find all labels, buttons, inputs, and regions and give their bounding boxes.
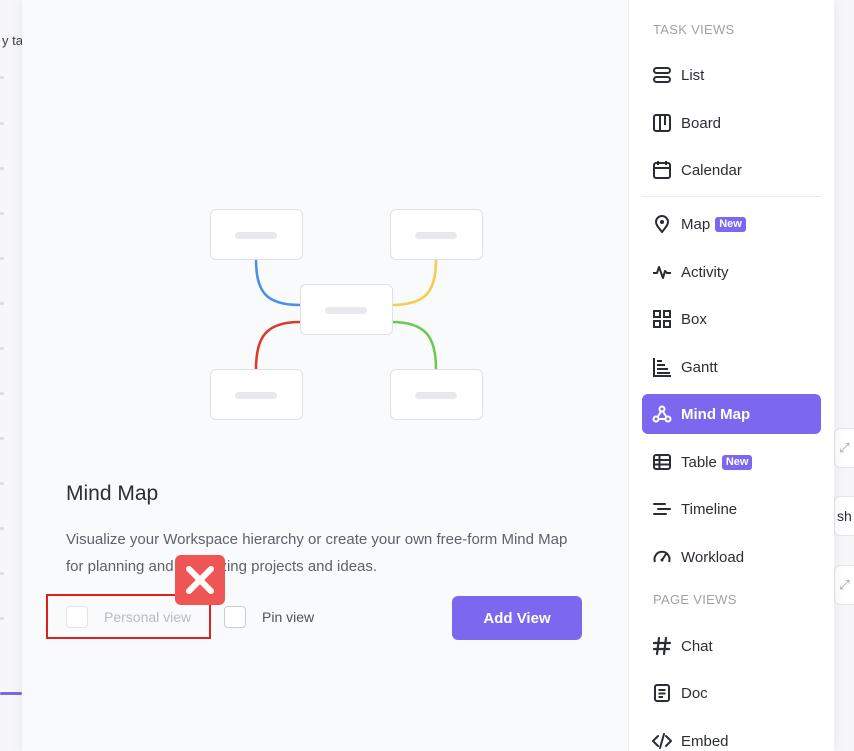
mind-map-node — [390, 209, 483, 260]
sidebar-item-doc[interactable]: Doc — [642, 673, 821, 713]
sidebar-item-calendar[interactable]: Calendar — [642, 150, 821, 190]
new-badge: New — [721, 454, 753, 470]
sidebar-item-box[interactable]: Box — [642, 299, 821, 339]
code-icon — [652, 731, 672, 751]
pin-view-label: Pin view — [262, 609, 315, 625]
calendar-icon — [652, 160, 672, 180]
pin-view-checkbox[interactable] — [224, 606, 246, 628]
sidebar-item-label: Board — [681, 114, 722, 132]
mind-map-node — [210, 209, 303, 260]
sidebar-item-map[interactable]: Map New — [642, 204, 821, 244]
view-description: Visualize your Workspace hierarchy or cr… — [66, 531, 568, 575]
sidebar-item-label: Activity — [681, 263, 729, 281]
pin-view-option[interactable]: Pin view — [224, 606, 314, 628]
add-view-modal: Mind Map Visualize your Workspace hierar… — [22, 0, 834, 751]
mind-map-icon — [652, 404, 672, 424]
sidebar-item-label: Timeline — [681, 500, 738, 518]
background-progress-bar — [0, 692, 22, 695]
new-badge: New — [715, 216, 746, 232]
task-views-heading: TASK VIEWS — [653, 22, 735, 37]
mind-map-center-node — [300, 284, 393, 335]
sidebar-item-list[interactable]: List — [642, 55, 821, 95]
view-preview-panel: Mind Map Visualize your Workspace hierar… — [22, 0, 628, 751]
page-views-heading: PAGE VIEWS — [653, 592, 737, 607]
sidebar-item-gantt[interactable]: Gantt — [642, 347, 821, 387]
sidebar-item-label: Map — [681, 215, 711, 233]
add-view-button[interactable]: Add View — [452, 596, 582, 640]
map-pin-icon — [652, 214, 672, 234]
branch-yellow — [390, 258, 438, 307]
sidebar-item-table[interactable]: Table New — [642, 442, 821, 482]
sidebar-item-label: List — [681, 66, 705, 84]
mind-map-node — [210, 369, 303, 420]
workload-gauge-icon — [652, 547, 672, 567]
timeline-icon — [652, 499, 672, 519]
sidebar-item-timeline[interactable]: Timeline — [642, 489, 821, 529]
sidebar-item-label: Chat — [681, 637, 713, 655]
activity-icon — [652, 262, 672, 282]
doc-icon — [652, 683, 672, 703]
sidebar-item-chat[interactable]: Chat — [642, 626, 821, 666]
sidebar-item-label: Doc — [681, 684, 708, 702]
sidebar-item-label: Mind Map — [681, 405, 751, 423]
sidebar-item-label: Box — [681, 310, 707, 328]
branch-red — [254, 320, 301, 370]
sidebar-item-label: Calendar — [681, 161, 742, 179]
sidebar-item-label: Embed — [681, 732, 729, 750]
list-icon — [652, 65, 672, 85]
error-x-icon — [175, 555, 225, 605]
sidebar-item-label: Gantt — [681, 358, 718, 376]
sidebar-item-label: Table — [681, 453, 717, 471]
mind-map-illustration — [186, 207, 483, 421]
sidebar-item-workload[interactable]: Workload — [642, 537, 821, 577]
view-title: Mind Map — [66, 482, 159, 505]
background-chip: sh — [834, 496, 854, 536]
sidebar-item-label: Workload — [681, 548, 745, 566]
background-text: y ta — [2, 33, 23, 48]
sidebar-item-embed[interactable]: Embed — [642, 721, 821, 751]
table-icon — [652, 452, 672, 472]
sidebar-item-board[interactable]: Board — [642, 103, 821, 143]
background-chip-text: sh — [837, 508, 852, 524]
board-icon — [652, 113, 672, 133]
box-grid-icon — [652, 309, 672, 329]
branch-blue — [254, 258, 301, 307]
sidebar-item-mind-map[interactable]: Mind Map — [642, 394, 821, 434]
views-sidebar: TASK VIEWS List Board Calendar Map New A… — [628, 0, 834, 751]
expand-icon[interactable]: ⤢ — [834, 565, 854, 605]
hash-icon — [652, 636, 672, 656]
sidebar-divider — [642, 196, 821, 197]
branch-green — [390, 320, 438, 370]
expand-icon[interactable]: ⤢ — [834, 428, 854, 468]
gantt-icon — [652, 357, 672, 377]
mind-map-node — [390, 369, 483, 420]
sidebar-item-activity[interactable]: Activity — [642, 252, 821, 292]
